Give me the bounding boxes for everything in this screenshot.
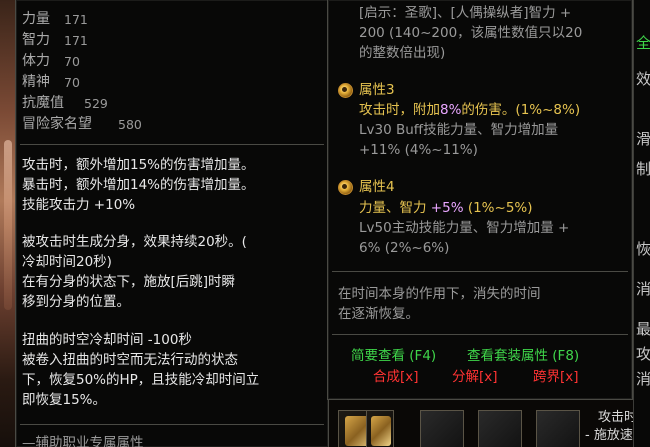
stat-label-vitality: 体力 [22,53,50,69]
attribute-orb-icon [338,180,353,195]
item-tooltip-right: [启示：圣歌]、[人偶操纵者]智力 + 200 (140~200，该属性数值只以… [327,0,633,400]
stat-label-spirit: 精神 [22,74,50,90]
set-attributes-link[interactable]: 查看套装属性 (F8) [467,347,579,365]
attribute-3-line-2: Lv30 Buff技能力量、智力增加量 [359,122,559,138]
edge-char: 恢 [636,240,650,258]
edge-char: 全 [636,34,650,52]
inventory-slot[interactable] [420,410,464,447]
edge-char: 消 [636,370,650,388]
attribute-3-line-3: +11% (4%~11%) [359,142,478,158]
edge-char: 制 [636,160,650,178]
divider [332,334,628,335]
character-background [0,0,16,447]
stat-value-adventurer-fame: 580 [118,117,142,132]
divider [20,144,324,145]
effect-line: 暴击时，额外增加14%的伤害增加量。 [22,177,255,193]
item-tooltip-left: 力量 171 智力 171 体力 70 精神 70 抗魔值 529 冒险家名望 … [15,0,329,447]
partial-text: - 施放速 [585,428,633,443]
effect-line: 攻击时，额外增加15%的伤害增加量。 [22,157,255,173]
divider [20,424,324,425]
effect-line: 技能攻击力 +10% [22,197,136,213]
effect-line: 被卷入扭曲的时空而无法行动的状态 [22,352,238,368]
attribute-4-line-2: Lv50主动技能力量、智力增加量 + [359,220,570,236]
option-line: 的整数倍出现) [359,45,446,61]
edge-char: 最 [636,320,650,338]
inventory-slot[interactable] [478,410,522,447]
effect-line: 即恢复15%。 [22,392,107,408]
attribute-3-line-1: 攻击时，附加8%的伤害。(1%~8%) [359,102,581,118]
stat-value-magic-resist: 529 [84,96,108,111]
cross-realm-link[interactable]: 跨界[x] [533,368,579,386]
brief-view-link[interactable]: 简要查看 (F4) [351,347,436,365]
edge-char: 滑 [636,130,650,148]
inventory-slot[interactable] [366,410,394,447]
option-line: [启示：圣歌]、[人偶操纵者]智力 + [359,5,572,21]
edge-char: 消 [636,280,650,298]
attribute-4-line-1: 力量、智力 +5% (1%~5%) [359,200,533,216]
divider [332,271,628,272]
stat-value-vitality: 70 [64,54,80,69]
edge-char: 效 [636,70,650,88]
effect-line: 扭曲的时空冷却时间 -100秒 [22,332,192,348]
game-tooltip-scene: 力量 171 智力 171 体力 70 精神 70 抗魔值 529 冒险家名望 … [0,0,650,447]
stat-value-spirit: 70 [64,75,80,90]
attribute-4-line-3: 6% (2%~6%) [359,240,450,256]
stat-value-intelligence: 171 [64,33,88,48]
support-class-attributes: —辅助职业专属属性 [22,435,144,447]
attribute-orb-icon [338,83,353,98]
stat-label-magic-resist: 抗魔值 [22,95,64,111]
stat-label-adventurer-fame: 冒险家名望 [22,116,92,132]
stat-label-intelligence: 智力 [22,32,50,48]
effect-line: 移到分身的位置。 [22,294,130,310]
item-icon [371,416,391,446]
effect-line: 下，恢复50%的HP，且技能冷却时间立 [22,372,260,388]
effect-line: 被攻击时生成分身，效果持续20秒。( [22,234,247,250]
flavor-text: 在逐渐恢复。 [338,306,419,322]
effect-line: 冷却时间20秒) [22,254,112,270]
partial-text: 攻击时 [598,410,638,425]
stat-value-strength: 171 [64,12,88,27]
edge-char: 攻 [636,345,650,363]
attribute-3-title: 属性3 [359,82,395,98]
attribute-4-title: 属性4 [359,179,395,195]
synthesize-link[interactable]: 合成[x] [373,368,419,386]
flavor-text: 在时间本身的作用下，消失的时间 [338,286,541,302]
option-line: 200 (140~200，该属性数值只以20 [359,25,583,41]
decompose-link[interactable]: 分解[x] [452,368,498,386]
inventory-slot[interactable] [536,410,580,447]
stat-label-strength: 力量 [22,11,50,27]
effect-line: 在有分身的状态下，施放[后跳]时瞬 [22,274,236,290]
